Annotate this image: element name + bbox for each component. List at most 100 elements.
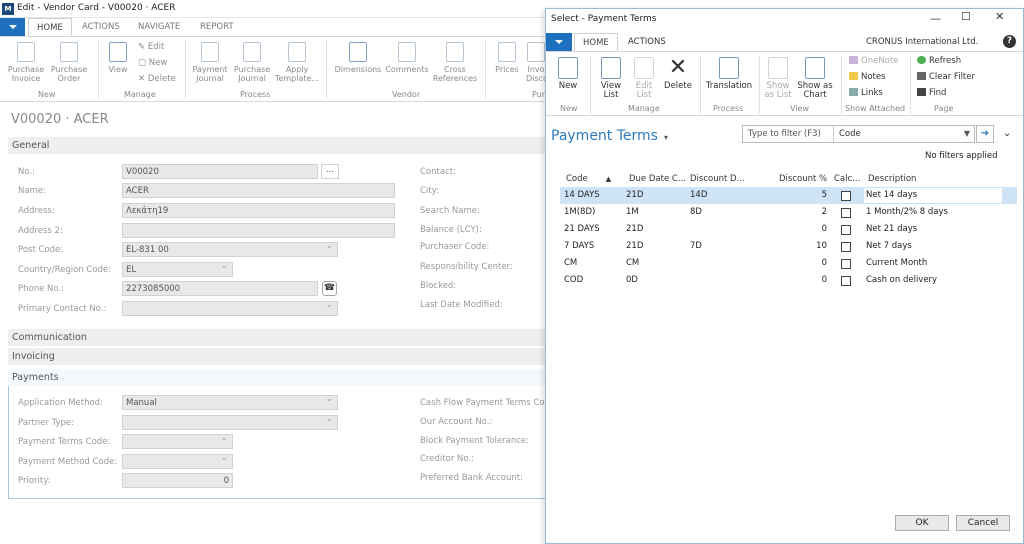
description-input[interactable]: Net 14 days xyxy=(863,187,1003,204)
app-menu-button[interactable] xyxy=(0,18,25,36)
calc-checkbox[interactable] xyxy=(841,259,851,269)
calc-checkbox[interactable] xyxy=(841,225,851,235)
dialog-title: Select - Payment Terms xyxy=(551,14,657,24)
tab-report[interactable]: REPORT xyxy=(194,20,240,34)
ok-button[interactable]: OK xyxy=(895,515,949,531)
delete-button[interactable]: ✕ Delete xyxy=(138,74,176,84)
group-purchases-label: Pur xyxy=(532,90,546,99)
cancel-button[interactable]: Cancel xyxy=(956,515,1010,531)
dimensions-button[interactable]: Dimensions xyxy=(333,42,383,74)
partner-type-field[interactable] xyxy=(122,414,338,430)
country-field[interactable]: EL xyxy=(122,261,233,277)
name-field[interactable]: ACER xyxy=(122,183,395,198)
ribbon-separator xyxy=(326,40,327,98)
new-doc-icon xyxy=(558,57,578,79)
chevron-down-icon[interactable]: ▼ xyxy=(964,129,970,138)
dialog-delete-button[interactable]: ✕ Delete xyxy=(662,57,694,91)
filter-go-arrow-icon[interactable]: ➔ xyxy=(976,125,994,143)
translation-button[interactable]: Translation xyxy=(705,57,753,91)
preferred-bank-label: Preferred Bank Account: xyxy=(420,473,523,483)
payment-terms-code-field[interactable] xyxy=(122,433,233,449)
purchase-order-button[interactable]: Purchase Order xyxy=(49,42,89,83)
show-as-list-button[interactable]: Show as List xyxy=(763,57,793,100)
address2-field[interactable] xyxy=(122,223,395,238)
dialog-app-menu-button[interactable] xyxy=(546,33,572,51)
calc-checkbox[interactable] xyxy=(841,191,851,201)
table-row[interactable]: 21 DAYS 21D 0 Net 21 days xyxy=(560,221,1005,238)
col-description[interactable]: Description xyxy=(868,174,916,184)
calc-checkbox[interactable] xyxy=(841,242,851,252)
list-title[interactable]: Payment Terms ▾ xyxy=(551,128,668,144)
edit-list-button[interactable]: Edit List xyxy=(629,57,659,100)
tab-home[interactable]: HOME xyxy=(28,18,72,37)
postcode-field[interactable]: EL-831 00 xyxy=(122,241,338,257)
section-general[interactable]: General xyxy=(8,137,546,154)
close-icon[interactable]: ✕ xyxy=(995,10,1004,23)
help-icon[interactable]: ? xyxy=(1003,35,1016,48)
prices-button[interactable]: Prices xyxy=(491,42,523,74)
clear-filter-button[interactable]: Clear Filter xyxy=(917,72,975,82)
address-label: Address: xyxy=(18,206,55,216)
maximize-icon[interactable]: ☐ xyxy=(961,10,971,23)
section-payments[interactable]: Payments xyxy=(8,369,546,386)
table-row[interactable]: CM CM 0 Current Month xyxy=(560,255,1005,272)
apply-template-button[interactable]: Apply Template... xyxy=(274,42,320,83)
links-button[interactable]: Links xyxy=(849,88,883,98)
expand-filter-chevron-icon[interactable]: ⌄ xyxy=(1003,128,1011,139)
table-row[interactable]: COD 0D 0 Cash on delivery xyxy=(560,272,1005,289)
notes-button[interactable]: Notes xyxy=(849,72,886,82)
dialog-new-button[interactable]: New xyxy=(553,57,583,91)
table-row[interactable]: 1M(8D) 1M 8D 2 1 Month/2% 8 days xyxy=(560,204,1005,221)
phone-call-icon[interactable]: ☎ xyxy=(322,281,337,296)
find-button[interactable]: Find xyxy=(917,88,946,98)
payment-journal-button[interactable]: Payment Journal xyxy=(190,42,230,83)
table-row[interactable]: 14 DAYS 21D 14D 5 Net 14 days xyxy=(560,187,1005,204)
col-due-date[interactable]: Due Date C... xyxy=(629,174,686,184)
refresh-button[interactable]: Refresh xyxy=(917,56,961,66)
dialog-tab-home[interactable]: HOME xyxy=(574,33,618,52)
assist-edit-button[interactable]: ... xyxy=(321,164,339,179)
purchase-journal-button[interactable]: Purchase Journal xyxy=(232,42,272,83)
show-as-chart-button[interactable]: Show as Chart xyxy=(796,57,834,100)
cell-code: CM xyxy=(564,258,578,268)
new-button[interactable]: ▢ New xyxy=(138,58,167,68)
filter-box[interactable]: Type to filter (F3) Code ▼ xyxy=(742,125,975,143)
view-icon xyxy=(109,42,127,62)
section-invoicing[interactable]: Invoicing xyxy=(8,348,546,365)
tab-actions[interactable]: ACTIONS xyxy=(76,20,126,34)
calc-checkbox[interactable] xyxy=(841,208,851,218)
dialog-tab-actions[interactable]: ACTIONS xyxy=(622,35,672,49)
group-new-label: New xyxy=(38,90,56,99)
app-method-field[interactable]: Manual xyxy=(122,394,338,410)
filter-field-select[interactable]: Code xyxy=(839,129,861,139)
discount-icon xyxy=(527,42,545,62)
cross-references-button[interactable]: Cross References xyxy=(432,42,478,83)
col-code[interactable]: Code ▲ xyxy=(566,174,611,184)
purchase-invoice-button[interactable]: Purchase Invoice xyxy=(6,42,46,83)
view-list-button[interactable]: View List xyxy=(596,57,626,100)
address-field[interactable]: Λεκάτη19 xyxy=(122,203,395,218)
col-calc[interactable]: Calc... xyxy=(834,174,860,184)
no-field[interactable]: V00020 xyxy=(122,164,318,179)
cell-due: 21D xyxy=(626,241,644,251)
col-discount-date[interactable]: Discount D... xyxy=(690,174,745,184)
priority-field[interactable]: 0 xyxy=(122,473,233,488)
calc-checkbox[interactable] xyxy=(841,276,851,286)
section-communication[interactable]: Communication xyxy=(8,329,546,346)
edit-button[interactable]: ✎ Edit xyxy=(138,42,164,52)
contact-no-field[interactable] xyxy=(122,300,338,316)
app-method-label: Application Method: xyxy=(18,398,103,408)
cell-description: Net 21 days xyxy=(866,224,918,234)
onenote-button[interactable]: OneNote xyxy=(849,56,898,66)
tab-navigate[interactable]: NAVIGATE xyxy=(132,20,186,34)
col-discount-pct[interactable]: Discount % xyxy=(779,174,827,184)
table-row[interactable]: 7 DAYS 21D 7D 10 Net 7 days xyxy=(560,238,1005,255)
payment-method-code-field[interactable] xyxy=(122,453,233,469)
minimize-icon[interactable]: — xyxy=(930,12,941,25)
phone-field[interactable]: 2273085000 xyxy=(122,281,318,296)
ribbon-separator xyxy=(700,56,701,114)
view-button[interactable]: View xyxy=(104,42,132,74)
filter-input[interactable]: Type to filter (F3) xyxy=(748,129,821,139)
invoice-discounts-button[interactable]: Invo Disco xyxy=(526,42,546,83)
comments-button[interactable]: Comments xyxy=(384,42,430,74)
